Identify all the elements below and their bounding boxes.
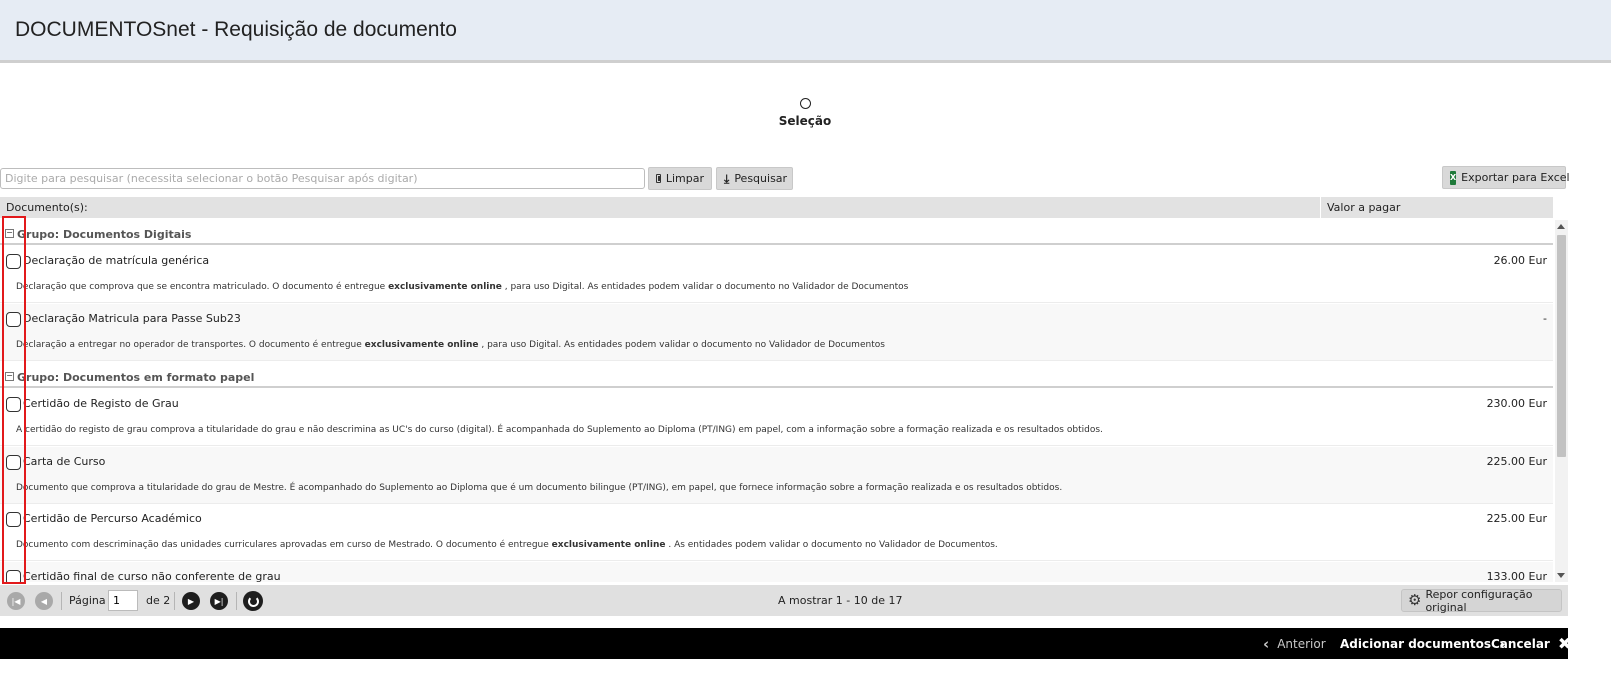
search-button-label: Pesquisar — [734, 172, 788, 185]
document-name: Declaração de matrícula genérica — [23, 254, 210, 267]
document-name: Certidão de Percurso Académico — [23, 512, 202, 525]
document-description: Documento que comprova a titularidade do… — [16, 483, 1063, 493]
row-checkbox[interactable] — [6, 512, 21, 527]
document-name: Certidão final de curso não conferente d… — [23, 570, 281, 582]
page-title: DOCUMENTOSnet - Requisição de documento — [15, 18, 457, 41]
first-page-icon[interactable]: |◀ — [7, 592, 25, 610]
step-label: Seleção — [778, 114, 832, 128]
previous-label: Anterior — [1277, 636, 1326, 651]
row-checkbox[interactable] — [6, 570, 21, 582]
page-number-input[interactable] — [108, 590, 138, 611]
table-row: Certidão final de curso não conferente d… — [0, 562, 1553, 582]
table-row: Certidão de Percurso Académico 225.00 Eu… — [0, 504, 1553, 561]
group-label: Grupo: Documentos Digitais — [17, 228, 192, 241]
refresh-icon[interactable] — [243, 591, 263, 611]
column-header-document[interactable]: Documento(s): — [6, 201, 88, 214]
document-value: 133.00 Eur — [1486, 570, 1547, 582]
table-row: Declaração de matrícula genérica 26.00 E… — [0, 246, 1553, 303]
reset-config-button[interactable]: ⚙ Repor configuração original — [1401, 587, 1562, 614]
table-row: Certidão de Registo de Grau 230.00 Eur A… — [0, 389, 1553, 446]
row-checkbox[interactable] — [6, 455, 21, 470]
search-button[interactable]: ⤓ Pesquisar — [716, 167, 793, 190]
group-header-paper[interactable]: − Grupo: Documentos em formato papel — [0, 363, 1553, 388]
step-circle-icon — [799, 98, 811, 109]
cancel-label: Cancelar — [1491, 636, 1550, 651]
grid-header: Documento(s): Valor a pagar — [0, 197, 1553, 218]
document-value: 225.00 Eur — [1486, 455, 1547, 468]
page-count-label: de 2 — [146, 594, 171, 607]
pager-divider — [236, 592, 237, 610]
eraser-icon — [656, 174, 661, 183]
table-row: Declaração Matricula para Passe Sub23 - … — [0, 304, 1553, 361]
search-input[interactable] — [0, 168, 645, 189]
pager-divider — [61, 592, 62, 610]
document-name: Certidão de Registo de Grau — [23, 397, 179, 410]
document-grid: − Grupo: Documentos Digitais Declaração … — [0, 220, 1553, 582]
document-value: 26.00 Eur — [1493, 254, 1547, 267]
chevron-left-icon: ‹ — [1263, 634, 1270, 653]
last-page-icon[interactable]: ▶| — [210, 592, 228, 610]
records-count: A mostrar 1 - 10 de 17 — [778, 594, 903, 607]
scroll-down-icon[interactable] — [1557, 573, 1565, 578]
clear-button[interactable]: Limpar — [648, 167, 712, 190]
pager-divider — [174, 592, 175, 610]
scrollbar-thumb[interactable] — [1557, 235, 1566, 457]
grid-scrollbar[interactable] — [1555, 220, 1568, 582]
group-label: Grupo: Documentos em formato papel — [17, 371, 255, 384]
document-value: - — [1543, 312, 1547, 325]
close-icon: ✖ — [1557, 634, 1572, 653]
step-indicator: Seleção — [760, 98, 850, 128]
row-checkbox[interactable] — [6, 254, 21, 269]
row-checkbox[interactable] — [6, 397, 21, 412]
document-description: Documento com descriminação das unidades… — [16, 540, 998, 550]
column-header-value[interactable]: Valor a pagar — [1320, 197, 1553, 218]
table-row: Carta de Curso 225.00 Eur Documento que … — [0, 447, 1553, 504]
row-checkbox[interactable] — [6, 312, 21, 327]
document-description: Declaração a entregar no operador de tra… — [16, 340, 885, 350]
add-documents-button[interactable]: Adicionar documentos › — [1340, 628, 1505, 659]
download-icon: ⤓ — [724, 171, 730, 186]
page-label: Página — [69, 594, 106, 607]
document-description: A certidão do registo de grau comprova a… — [16, 425, 1103, 435]
excel-icon: X — [1450, 170, 1457, 185]
group-header-digital[interactable]: − Grupo: Documentos Digitais — [0, 220, 1553, 245]
prev-page-icon[interactable]: ◀ — [35, 592, 53, 610]
collapse-icon[interactable]: − — [5, 372, 14, 381]
reset-config-label: Repor configuração original — [1425, 587, 1533, 614]
pager: |◀ ◀ Página de 2 ▶ ▶| A mostrar 1 - 10 d… — [0, 585, 1568, 616]
scroll-up-icon[interactable] — [1557, 224, 1565, 229]
footer-nav: ‹ Anterior Adicionar documentos › Cancel… — [0, 628, 1571, 659]
previous-button[interactable]: ‹ Anterior — [1263, 628, 1326, 659]
gear-icon: ⚙ — [1408, 591, 1422, 609]
document-name: Carta de Curso — [23, 455, 106, 468]
add-documents-label: Adicionar documentos — [1340, 636, 1491, 651]
clear-button-label: Limpar — [665, 172, 704, 185]
collapse-icon[interactable]: − — [5, 229, 14, 238]
cancel-button[interactable]: Cancelar ✖ — [1491, 628, 1571, 659]
title-bar: DOCUMENTOSnet - Requisição de documento — [0, 0, 1611, 63]
document-value: 230.00 Eur — [1486, 397, 1547, 410]
document-name: Declaração Matricula para Passe Sub23 — [23, 312, 241, 325]
document-value: 225.00 Eur — [1486, 512, 1547, 525]
next-page-icon[interactable]: ▶ — [182, 592, 200, 610]
export-excel-label: Exportar para Excel — [1461, 171, 1570, 184]
export-excel-button[interactable]: X Exportar para Excel — [1442, 166, 1570, 189]
document-description: Declaração que comprova que se encontra … — [16, 282, 909, 292]
